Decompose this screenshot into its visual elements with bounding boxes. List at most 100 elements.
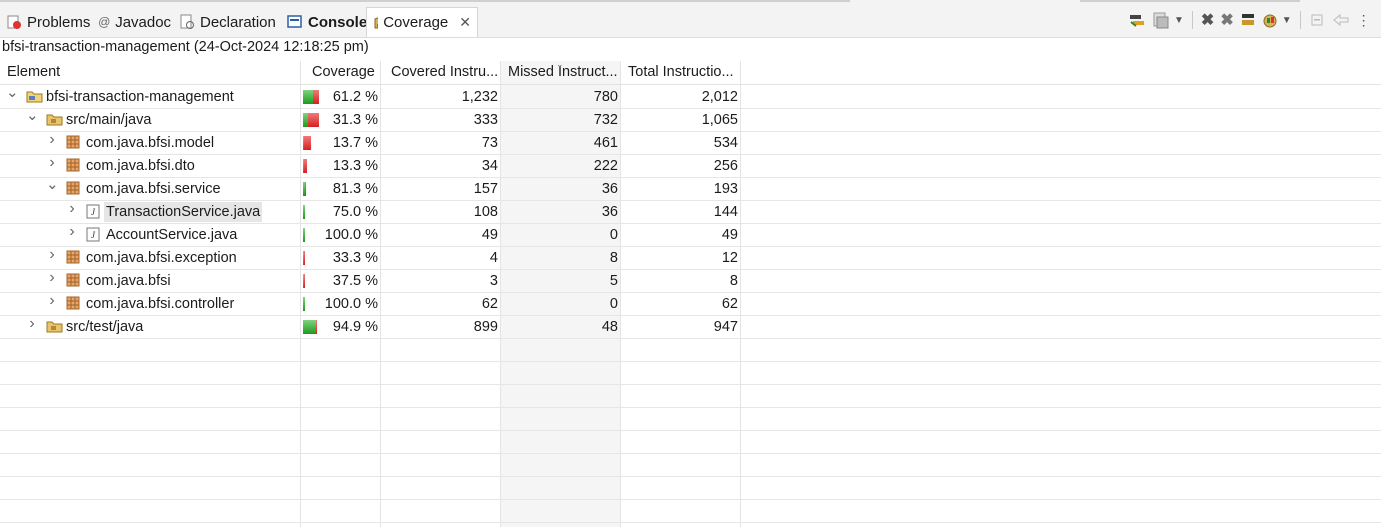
missed-instructions: 222 — [593, 158, 618, 174]
missed-instructions: 36 — [601, 204, 618, 220]
chevron-down-icon[interactable]: ⌄ — [6, 83, 19, 101]
chevron-right-icon[interactable]: › — [46, 131, 58, 149]
covered-instructions: 157 — [473, 181, 498, 197]
column-header-covered[interactable]: Covered Instru... — [391, 64, 499, 80]
missed-instructions: 780 — [593, 89, 618, 105]
table-row[interactable]: › J TransactionService.java 75.0 % 108 36 144 — [0, 200, 1381, 224]
element-name[interactable]: com.java.bfsi.exception — [86, 248, 237, 268]
tab-declaration[interactable]: Declaration — [173, 7, 282, 37]
total-instructions: 8 — [729, 273, 738, 289]
table-row[interactable]: ⌄ com.java.bfsi.service 81.3 % 157 36 193 — [0, 175, 1381, 201]
column-header-element[interactable]: Element — [7, 64, 297, 80]
element-name[interactable]: com.java.bfsi.service — [86, 179, 221, 199]
table-row[interactable]: › com.java.bfsi.model 13.7 % 73 461 534 — [0, 131, 1381, 155]
package-icon — [66, 296, 80, 314]
console-icon — [287, 15, 302, 28]
coverage-percent: 31.3 % — [332, 112, 378, 128]
coverage-percent: 13.3 % — [332, 158, 378, 174]
empty-row — [0, 361, 1381, 385]
table-row[interactable]: › com.java.bfsi.exception 33.3 % 4 8 12 — [0, 246, 1381, 270]
coverage-bar — [303, 205, 305, 219]
missed-instructions: 0 — [609, 296, 618, 312]
package-icon — [66, 181, 80, 199]
dump-execution-data-icon[interactable] — [1152, 11, 1172, 29]
package-icon — [66, 250, 80, 268]
missed-instructions: 5 — [609, 273, 618, 289]
empty-row — [0, 338, 1381, 362]
chevron-right-icon[interactable]: › — [26, 315, 38, 333]
coverage-percent: 94.9 % — [332, 319, 378, 335]
coverage-bar — [303, 136, 311, 150]
chevron-down-icon[interactable]: ⌄ — [26, 106, 39, 124]
coverage-percent: 75.0 % — [332, 204, 378, 220]
coverage-bar — [303, 159, 307, 173]
remove-all-sessions-icon[interactable]: ✖ — [1220, 10, 1233, 30]
element-name[interactable]: com.java.bfsi.dto — [86, 156, 195, 176]
chevron-right-icon[interactable]: › — [46, 292, 58, 310]
source-folder-icon — [46, 112, 64, 130]
table-row[interactable]: › src/test/java 94.9 % 899 48 947 — [0, 315, 1381, 339]
dropdown-arrow-icon[interactable]: ▼ — [1282, 15, 1292, 26]
chevron-right-icon[interactable]: › — [46, 154, 58, 172]
table-row[interactable]: › J AccountService.java 100.0 % 49 0 49 — [0, 223, 1381, 247]
element-name[interactable]: com.java.bfsi.controller — [86, 294, 234, 314]
chevron-right-icon[interactable]: › — [66, 200, 78, 218]
table-row[interactable]: › com.java.bfsi 37.5 % 3 5 8 — [0, 269, 1381, 293]
column-header-coverage[interactable]: Coverage — [312, 64, 378, 80]
remove-session-icon[interactable]: ✖ — [1201, 10, 1214, 30]
coverage-percent: 33.3 % — [332, 250, 378, 266]
coverage-icon — [374, 16, 379, 28]
empty-row — [0, 453, 1381, 477]
element-name[interactable]: TransactionService.java — [104, 202, 263, 222]
dropdown-arrow-icon[interactable]: ▼ — [1174, 15, 1184, 26]
element-name[interactable]: src/main/java — [66, 110, 151, 130]
link-with-selection-icon[interactable] — [1331, 12, 1351, 28]
missed-instructions: 0 — [609, 227, 618, 243]
toolbar-separator — [1299, 11, 1301, 29]
total-instructions: 534 — [713, 135, 738, 151]
total-instructions: 12 — [721, 250, 738, 266]
java-file-icon: J — [86, 204, 100, 223]
coverage-percent: 100.0 % — [324, 296, 378, 312]
element-name[interactable]: AccountService.java — [106, 225, 237, 245]
coverage-bar — [303, 274, 305, 288]
collapse-all-icon[interactable] — [1309, 12, 1325, 28]
select-session-icon[interactable] — [1262, 12, 1280, 28]
chevron-right-icon[interactable]: › — [46, 269, 58, 287]
relaunch-icon[interactable] — [1128, 12, 1146, 28]
chevron-right-icon[interactable]: › — [66, 223, 78, 241]
view-menu-icon[interactable]: ⋮ — [1357, 12, 1371, 29]
merge-sessions-icon[interactable] — [1240, 12, 1256, 28]
empty-row — [0, 430, 1381, 454]
table-row[interactable]: ⌄ bfsi-transaction-management 61.2 % 1,232 7… — [0, 83, 1381, 109]
column-header-total[interactable]: Total Instructio... — [628, 64, 738, 80]
table-row[interactable]: ⌄ src/main/java 31.3 % 333 732 1,065 — [0, 106, 1381, 132]
empty-row — [0, 407, 1381, 431]
tab-console[interactable]: Console — [281, 7, 373, 37]
empty-row — [0, 476, 1381, 500]
element-name[interactable]: com.java.bfsi — [86, 271, 171, 291]
java-file-icon: J — [86, 227, 100, 246]
close-icon[interactable]: ✕ — [459, 14, 471, 31]
table-row[interactable]: › com.java.bfsi.controller 100.0 % 62 0 62 — [0, 292, 1381, 316]
total-instructions: 49 — [721, 227, 738, 243]
covered-instructions: 4 — [489, 250, 498, 266]
coverage-percent: 81.3 % — [332, 181, 378, 197]
element-name[interactable]: src/test/java — [66, 317, 143, 337]
element-name[interactable]: com.java.bfsi.model — [86, 133, 214, 153]
tab-coverage[interactable]: Coverage ✕ — [366, 7, 478, 37]
tab-problems[interactable]: Problems — [0, 7, 96, 37]
table-row[interactable]: › com.java.bfsi.dto 13.3 % 34 222 256 — [0, 154, 1381, 178]
javadoc-icon: @ — [98, 15, 111, 29]
tab-javadoc[interactable]: @ Javadoc — [92, 7, 177, 37]
source-folder-icon — [46, 319, 64, 337]
coverage-bar — [303, 228, 305, 242]
chevron-right-icon[interactable]: › — [46, 246, 58, 264]
total-instructions: 256 — [713, 158, 738, 174]
element-name[interactable]: bfsi-transaction-management — [46, 87, 234, 107]
package-icon — [66, 135, 80, 153]
chevron-down-icon[interactable]: ⌄ — [46, 175, 59, 193]
total-instructions: 193 — [713, 181, 738, 197]
missed-instructions: 461 — [593, 135, 618, 151]
package-icon — [66, 273, 80, 291]
